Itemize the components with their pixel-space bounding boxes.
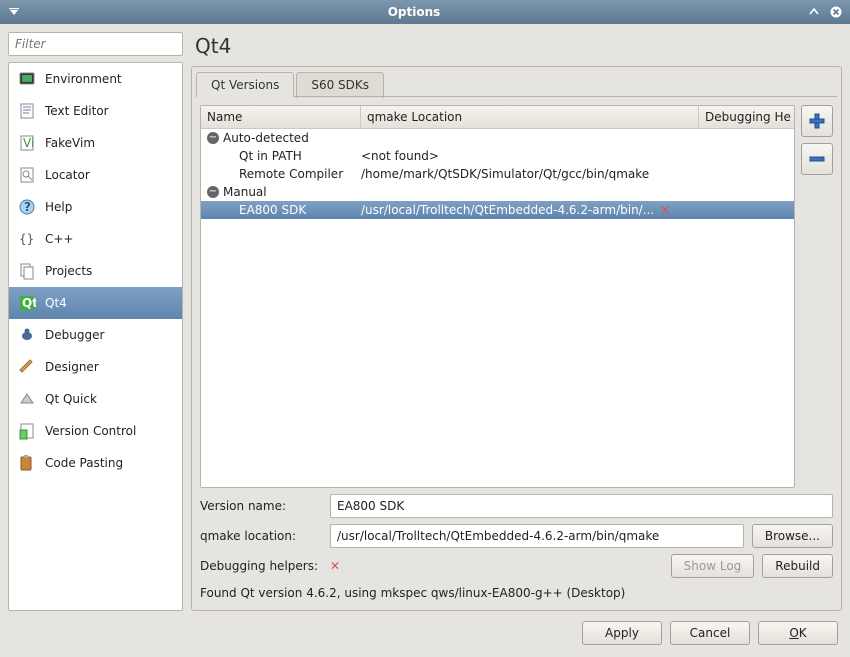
apply-button[interactable]: Apply	[582, 621, 662, 645]
sidebar-item-label: Help	[45, 200, 72, 214]
sidebar-item-label: Qt4	[45, 296, 67, 310]
add-button[interactable]	[801, 105, 833, 137]
filter-input[interactable]	[8, 32, 183, 56]
column-debugging[interactable]: Debugging He	[699, 106, 794, 128]
sidebar: Environment Text Editor Vi FakeVim Locat…	[8, 32, 183, 611]
fakevim-icon: Vi	[17, 133, 37, 153]
text-editor-icon	[17, 101, 37, 121]
svg-text:Qt: Qt	[22, 296, 36, 310]
tree-header: Name qmake Location Debugging He	[201, 106, 794, 129]
qt-quick-icon	[17, 389, 37, 409]
cancel-button[interactable]: Cancel	[670, 621, 750, 645]
qt4-icon: Qt	[17, 293, 37, 313]
projects-icon	[17, 261, 37, 281]
designer-icon	[17, 357, 37, 377]
rebuild-button[interactable]: Rebuild	[762, 554, 833, 578]
sidebar-item-label: Locator	[45, 168, 90, 182]
sidebar-item-designer[interactable]: Designer	[9, 351, 182, 383]
sidebar-item-qt4[interactable]: Qt Qt4	[9, 287, 182, 319]
qt-versions-tree[interactable]: Name qmake Location Debugging He − Auto-…	[200, 105, 795, 488]
window-menu-icon[interactable]	[6, 4, 22, 20]
sidebar-item-label: Code Pasting	[45, 456, 123, 470]
sidebar-item-label: Projects	[45, 264, 92, 278]
qmake-location-label: qmake location:	[200, 529, 322, 543]
column-location[interactable]: qmake Location	[361, 106, 699, 128]
tree-item-ea800-sdk[interactable]: EA800 SDK /usr/local/Trolltech/QtEmbedde…	[201, 201, 794, 219]
cpp-icon: {}	[17, 229, 37, 249]
column-name[interactable]: Name	[201, 106, 361, 128]
tab-qt-versions[interactable]: Qt Versions	[196, 72, 294, 98]
show-log-button[interactable]: Show Log	[671, 554, 755, 578]
close-icon[interactable]	[828, 4, 844, 20]
error-icon: ✕	[330, 559, 340, 573]
sidebar-item-label: Designer	[45, 360, 99, 374]
sidebar-item-help[interactable]: ? Help	[9, 191, 182, 223]
roll-up-icon[interactable]	[806, 4, 822, 20]
tree-item-qt-in-path[interactable]: Qt in PATH <not found>	[201, 147, 794, 165]
collapse-icon[interactable]: −	[207, 132, 219, 144]
sidebar-item-text-editor[interactable]: Text Editor	[9, 95, 182, 127]
tree-item-remote-compiler[interactable]: Remote Compiler /home/mark/QtSDK/Simulat…	[201, 165, 794, 183]
sidebar-item-version-control[interactable]: Version Control	[9, 415, 182, 447]
version-control-icon	[17, 421, 37, 441]
debugger-icon	[17, 325, 37, 345]
svg-text:Vi: Vi	[23, 136, 34, 150]
ok-button[interactable]: OK	[758, 621, 838, 645]
sidebar-item-fakevim[interactable]: Vi FakeVim	[9, 127, 182, 159]
sidebar-item-label: FakeVim	[45, 136, 95, 150]
group-label: Auto-detected	[223, 131, 309, 145]
qmake-location-input[interactable]	[330, 524, 744, 548]
window-title: Options	[22, 5, 806, 19]
tree-item-location: /usr/local/Trolltech/QtEmbedded-4.6.2-ar…	[361, 203, 654, 217]
svg-text:{}: {}	[19, 232, 34, 246]
sidebar-item-environment[interactable]: Environment	[9, 63, 182, 95]
version-name-label: Version name:	[200, 499, 322, 513]
tree-item-name: Qt in PATH	[201, 149, 361, 163]
sidebar-item-locator[interactable]: Locator	[9, 159, 182, 191]
sidebar-item-label: Version Control	[45, 424, 136, 438]
sidebar-item-label: Qt Quick	[45, 392, 97, 406]
sidebar-item-label: Environment	[45, 72, 122, 86]
error-icon: ✕	[660, 203, 670, 217]
code-pasting-icon	[17, 453, 37, 473]
environment-icon	[17, 69, 37, 89]
sidebar-item-projects[interactable]: Projects	[9, 255, 182, 287]
sidebar-item-debugger[interactable]: Debugger	[9, 319, 182, 351]
tree-item-location: /home/mark/QtSDK/Simulator/Qt/gcc/bin/qm…	[361, 167, 794, 181]
dialog-button-bar: Apply Cancel OK	[8, 611, 842, 649]
settings-panel: Qt Versions S60 SDKs Name qmake Location…	[191, 66, 842, 611]
group-label: Manual	[223, 185, 267, 199]
sidebar-item-cpp[interactable]: {} C++	[9, 223, 182, 255]
sidebar-item-label: C++	[45, 232, 74, 246]
tree-item-name: EA800 SDK	[201, 203, 361, 217]
help-icon: ?	[17, 197, 37, 217]
window-titlebar: Options	[0, 0, 850, 24]
sidebar-item-qt-quick[interactable]: Qt Quick	[9, 383, 182, 415]
page-title: Qt4	[191, 32, 842, 66]
tree-item-location: <not found>	[361, 149, 794, 163]
collapse-icon[interactable]: −	[207, 186, 219, 198]
category-list: Environment Text Editor Vi FakeVim Locat…	[8, 62, 183, 611]
status-text: Found Qt version 4.6.2, using mkspec qws…	[200, 584, 833, 602]
tree-item-name: Remote Compiler	[201, 167, 361, 181]
remove-button[interactable]	[801, 143, 833, 175]
sidebar-item-code-pasting[interactable]: Code Pasting	[9, 447, 182, 479]
sidebar-item-label: Text Editor	[45, 104, 109, 118]
tab-s60-sdks[interactable]: S60 SDKs	[296, 72, 384, 98]
version-name-input[interactable]	[330, 494, 833, 518]
locator-icon	[17, 165, 37, 185]
svg-text:?: ?	[24, 200, 31, 214]
sidebar-item-label: Debugger	[45, 328, 104, 342]
tree-group-auto-detected[interactable]: − Auto-detected	[201, 129, 794, 147]
browse-button[interactable]: Browse...	[752, 524, 833, 548]
tree-group-manual[interactable]: − Manual	[201, 183, 794, 201]
debugging-helpers-label: Debugging helpers:	[200, 559, 322, 573]
